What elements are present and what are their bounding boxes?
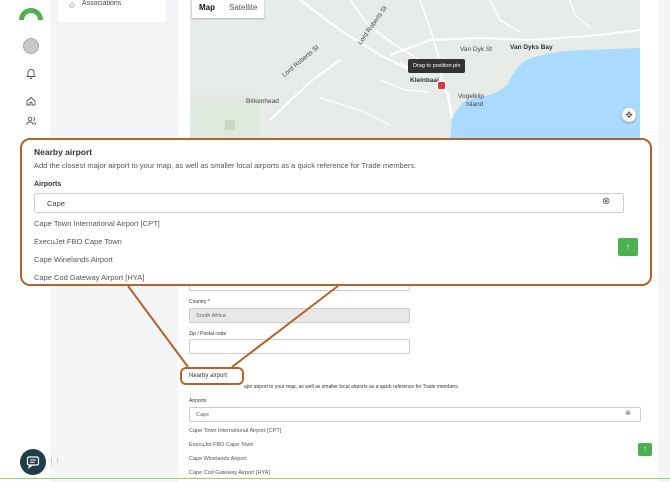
map-label-island: Island (466, 101, 484, 108)
country-field: South Africa (189, 308, 410, 323)
associations-card[interactable]: ☆ Associations (58, 0, 166, 22)
zoom-callout: Nearby airport Add the closest major air… (20, 138, 652, 286)
scroll-up-button-small[interactable]: ↑ (638, 443, 652, 456)
airports-label-small: Airports (189, 398, 207, 404)
map-label-van-dyks-bay: Van Dyks Bay (510, 44, 553, 51)
associations-label: Associations (82, 0, 122, 7)
avatar[interactable] (23, 38, 39, 54)
map-label-kleinbaai: Kleinbaai (410, 77, 439, 84)
country-label: Country * (189, 299, 210, 305)
airport-options-list: Cape Town International Airport [CPT] Ex… (34, 215, 624, 284)
map-pin-icon[interactable] (437, 81, 446, 90)
airport-option[interactable]: Cape Winelands Airport (34, 251, 624, 269)
chat-icon (26, 456, 40, 469)
zip-label: Zip / Postal code (189, 331, 227, 337)
zip-field[interactable] (189, 339, 410, 354)
airport-option[interactable]: Cape Cod Gateway Airport [HYA] (34, 269, 624, 284)
clear-icon-small[interactable]: ⊗ (625, 409, 631, 417)
pin-tooltip: Drag to position pin (408, 59, 466, 73)
airport-search-input-small[interactable]: Cape (189, 407, 641, 422)
highlight-box (180, 367, 244, 385)
nearby-airport-desc-small: ajor airport to your map, as well as sma… (244, 384, 460, 390)
bell-icon[interactable] (25, 68, 37, 80)
airport-option-small[interactable]: Cape Town International Airport [CPT] (189, 428, 281, 434)
map-label-birkenhead: Birkenhead (246, 98, 279, 105)
fullscreen-icon[interactable]: ✥ (622, 108, 636, 122)
tab-satellite[interactable]: Satellite (222, 0, 264, 18)
airport-option-small[interactable]: Cape Cod Gateway Airport [HYA] (189, 470, 270, 476)
airport-option[interactable]: Cape Town International Airport [CPT] (34, 215, 624, 233)
airport-option[interactable]: ExecuJet FBO Cape Town (34, 233, 624, 251)
airport-search-input[interactable]: Cape (34, 193, 624, 213)
airport-option-small[interactable]: Cape Winelands Airport (189, 456, 247, 462)
map-label-van-dyk-st: Van Dyk St (460, 46, 493, 53)
app-logo-icon[interactable] (19, 8, 43, 20)
clear-icon[interactable]: ⊗ (602, 196, 610, 208)
map-type-tabs: Map Satellite (192, 0, 265, 18)
users-icon[interactable] (25, 115, 37, 127)
airport-option-small[interactable]: ExecuJet FBO Cape Town (189, 442, 253, 448)
star-icon: ☆ (68, 0, 77, 10)
nearby-airport-description: Add the closest major airport to your ma… (34, 161, 417, 170)
nearby-airport-heading: Nearby airport (34, 147, 93, 157)
map-label-vogelklip: Vogelklip (458, 93, 485, 100)
scroll-up-button[interactable]: ↑ (618, 238, 638, 256)
bottom-divider (0, 478, 670, 479)
chat-button[interactable] (20, 449, 46, 475)
airports-label: Airports (34, 181, 62, 188)
home-icon[interactable] (25, 95, 37, 107)
drag-handle-icon[interactable]: ⋮⋮ (48, 458, 61, 466)
tab-map[interactable]: Map (192, 0, 222, 18)
